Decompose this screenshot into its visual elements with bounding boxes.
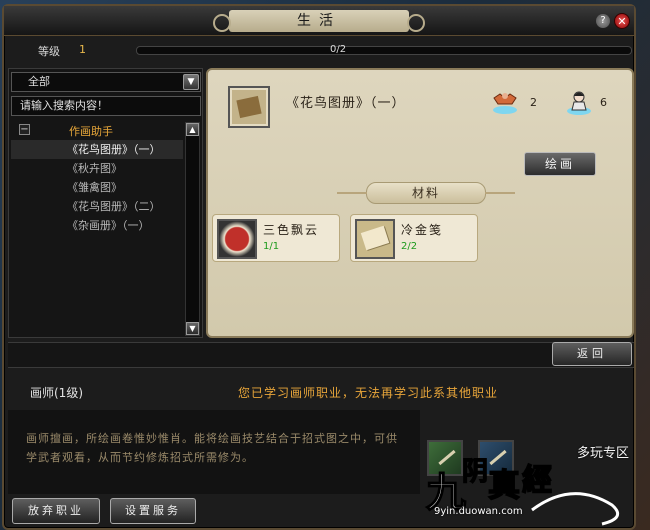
material-count: 1/1: [263, 241, 280, 252]
material-name: 冷金笺: [401, 223, 444, 237]
scroll-down-icon[interactable]: ▼: [186, 322, 199, 335]
recipe-list-item[interactable]: 《花鸟图册》（二）: [11, 197, 183, 216]
red-dye-bowl-icon: [217, 219, 257, 259]
level-value: 1: [79, 43, 86, 56]
recipe-list-panel: 全部 ▼ 请输入搜索内容！ − 作画助手 《花鸟图册》（一） 《秋卉图》 《雏禽…: [8, 68, 203, 338]
strength-value: 2: [530, 96, 537, 109]
help-icon[interactable]: ?: [596, 14, 610, 28]
back-button[interactable]: 返回: [552, 342, 632, 366]
zone-watermark: 多玩专区: [577, 446, 630, 461]
character-icon: [567, 91, 591, 115]
svg-text:阴: 阴: [462, 457, 488, 487]
level-row: 等级 1 0/2: [4, 38, 634, 62]
recipe-list-item[interactable]: 《雏禽图》: [11, 178, 183, 197]
craft-button[interactable]: 绘画: [524, 152, 596, 176]
profession-warning: 您已学习画师职业，无法再学习此系其他职业: [238, 386, 499, 400]
svg-text:經: 經: [522, 463, 552, 498]
material-count: 2/2: [401, 241, 418, 252]
level-progress-text: 0/2: [330, 44, 347, 55]
category-filter[interactable]: 全部 ▼: [11, 72, 201, 92]
scroll-book-icon: [228, 86, 270, 128]
title-bar[interactable]: 生活 ? ✕: [4, 6, 634, 36]
url-watermark: 9yin.duowan.com: [434, 506, 523, 517]
paper-icon: [355, 219, 395, 259]
recipe-tree: − 作画助手 《花鸟图册》（一） 《秋卉图》 《雏禽图》 《花鸟图册》（二） 《…: [11, 120, 183, 336]
scroll-up-icon[interactable]: ▲: [186, 123, 199, 136]
recipe-name: 《花鸟图册》（一）: [286, 96, 406, 111]
level-progress-bar: [136, 46, 632, 55]
set-service-button[interactable]: 设置服务: [110, 498, 196, 524]
recipe-list-item[interactable]: 《花鸟图册》（一）: [11, 140, 183, 159]
tree-group-label: 作画助手: [69, 125, 113, 138]
chevron-down-icon[interactable]: ▼: [183, 74, 199, 90]
materials-heading: 材料: [337, 182, 515, 204]
window-title: 生活: [213, 10, 425, 32]
collapse-icon[interactable]: −: [19, 124, 30, 135]
level-label: 等级: [38, 45, 60, 58]
strength-icon: [493, 93, 517, 114]
divider-bar: [8, 342, 634, 368]
recipe-list-scrollbar[interactable]: ▲ ▼: [185, 122, 200, 336]
material-card[interactable]: 冷金笺 2/2: [350, 214, 478, 262]
recipe-list-item[interactable]: 《秋卉图》: [11, 159, 183, 178]
material-card[interactable]: 三色飘云 1/1: [212, 214, 340, 262]
profession-description: 画师擅画，所绘画卷惟妙惟肖。能将绘画技艺结合于招式图之中，可供学武者观看，从而节…: [26, 432, 398, 464]
abandon-profession-button[interactable]: 放弃职业: [12, 498, 100, 524]
search-input[interactable]: 请输入搜索内容！: [11, 96, 201, 116]
material-name: 三色飘云: [263, 223, 320, 237]
close-icon[interactable]: ✕: [614, 13, 630, 29]
svg-text:真: 真: [488, 466, 520, 504]
category-filter-value: 全部: [28, 75, 50, 88]
tree-group[interactable]: − 作画助手: [11, 122, 183, 138]
recipe-detail-panel: 《花鸟图册》（一） 2 6 绘画 材料 三色飘云 1/1 冷金笺 2/2: [206, 68, 634, 338]
recipe-list-item[interactable]: 《杂画册》（一）: [11, 216, 183, 235]
character-value: 6: [600, 96, 607, 109]
profession-title: 画师(1级): [30, 386, 83, 400]
